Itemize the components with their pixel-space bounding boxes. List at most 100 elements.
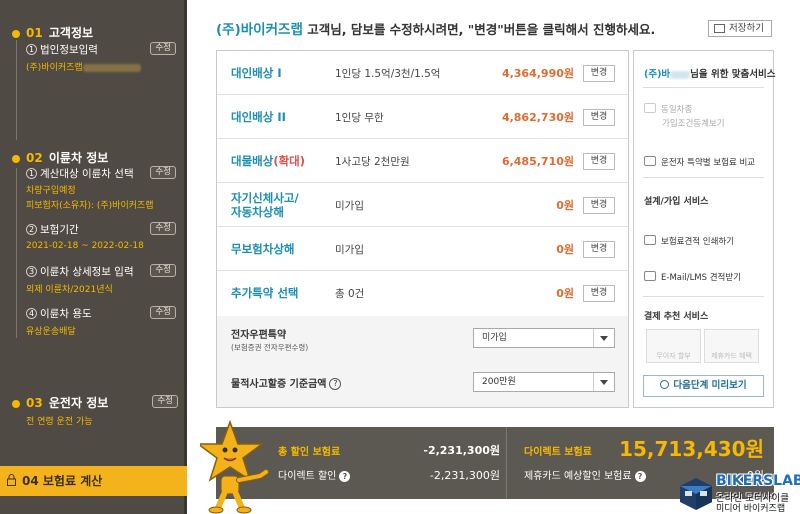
options-section: 전자우편특약 (보험증권 전자우편수령) 미가입 물적사고할증 기준금액? 20… — [217, 316, 628, 407]
property-option-label: 물적사고할증 기준금액? — [231, 375, 342, 390]
coverage-price: 0원 — [556, 287, 574, 300]
bikerslab-logo-icon — [680, 478, 712, 510]
driver-compare-link[interactable]: 운전자 특약별 보험료 비교 — [644, 156, 755, 168]
change-button[interactable]: 변경 — [583, 241, 615, 258]
divider — [643, 87, 764, 88]
step-dot-icon — [12, 29, 20, 38]
direct-discount-label: 다이렉트 할인? — [278, 467, 351, 482]
step-item-driver: 전 연령 운전 가능 — [26, 417, 93, 427]
save-button[interactable]: 저장하기 — [708, 20, 772, 37]
star-mascot-icon — [200, 419, 269, 514]
coverage-row: 자기신체사고/ 자동차상해 미가입 0원 변경 — [217, 183, 628, 227]
change-button[interactable]: 변경 — [583, 197, 615, 214]
coverage-price: 4,862,730원 — [501, 111, 574, 124]
step-04-active[interactable]: 04 보험료 계산 — [0, 466, 187, 496]
coverage-desc: 1사고당 2천만원 — [335, 156, 410, 168]
epost-option-label: 전자우편특약 (보험증권 전자우편수령) — [231, 330, 309, 352]
step-item-vehicle-select[interactable]: 1 계산대상 이륜차 선택 차량구입예정 피보험자(소유자): (주)바이커즈랩 … — [26, 166, 182, 211]
print-quote-link[interactable]: 보험료견적 인쇄하기 — [644, 235, 734, 247]
epost-select[interactable]: 미가입 — [473, 328, 615, 348]
coverage-desc: 미가입 — [335, 244, 364, 256]
direct-premium-label: 다이렉트 보험료 — [524, 447, 592, 458]
coverage-price: 6,485,710원 — [501, 155, 574, 168]
page-header: (주)바이커즈랩 고객님, 담보를 수정하시려면, "변경"버튼을 클릭해서 진… — [216, 18, 655, 38]
watermark-logo: BIKERSLAB 온라인 모터사이클 미디어 바이커즈랩 — [676, 473, 800, 514]
coverage-name: 무보험차상해 — [231, 242, 295, 256]
save-icon — [714, 24, 725, 33]
step-item-insurance-period[interactable]: 2 보험기간 2021-02-18 ~ 2022-02-18 수정 — [26, 222, 182, 251]
edit-button[interactable]: 수정 — [150, 166, 176, 179]
change-button[interactable]: 변경 — [583, 285, 615, 302]
edit-button[interactable]: 수정 — [150, 306, 176, 319]
coverage-name: 대물배상 (확대) — [231, 154, 305, 168]
redacted-text — [670, 70, 691, 79]
change-button[interactable]: 변경 — [583, 109, 615, 126]
service-panel: (주)바 님을 위한 맞춤서비스 동일차종 가입조건동계보기 운전자 특약별 보험… — [633, 50, 776, 408]
help-icon[interactable]: ? — [634, 471, 646, 482]
installment-card[interactable]: 무이자 할부 — [646, 329, 701, 363]
step-dot-icon — [12, 154, 20, 163]
watermark-line2: 미디어 바이커즈랩 — [716, 504, 786, 514]
coverage-row: 대인배상 II 1인당 무한 4,862,730원 변경 — [217, 95, 628, 139]
coverage-name: 대인배상 I — [231, 66, 282, 80]
edit-button[interactable]: 수정 — [150, 42, 176, 55]
payment-service-title: 결제 추천 서비스 — [644, 312, 709, 322]
step-connector — [16, 40, 17, 140]
chevron-down-icon — [593, 373, 614, 391]
step-03-title[interactable]: 03 운전자 정보 — [12, 394, 108, 411]
help-icon[interactable]: ? — [339, 471, 351, 482]
step-sidebar: 01 고객정보 1 법인정보입력 (주)바이커즈랩 수정 02 이륜차 정보 1계… — [0, 0, 187, 514]
same-vehicle-link[interactable]: 동일차종 가입조건동계보기 — [644, 103, 725, 129]
step-01-title[interactable]: 01 고객정보 — [12, 24, 93, 41]
insurance-calculator-page: 01 고객정보 1 법인정보입력 (주)바이커즈랩 수정 02 이륜차 정보 1계… — [0, 0, 800, 514]
coverage-name: 자기신체사고/ 자동차상해 — [231, 191, 299, 219]
coverage-row: 무보험차상해 미가입 0원 변경 — [217, 227, 628, 271]
divider — [643, 296, 764, 297]
step-item-corporate-info[interactable]: 1 법인정보입력 (주)바이커즈랩 수정 — [26, 42, 182, 73]
coverage-desc: 미가입 — [335, 200, 364, 212]
edit-button[interactable]: 수정 — [152, 395, 178, 408]
email-quote-link[interactable]: E-Mail/LMS 견적받기 — [644, 271, 741, 283]
coverage-row: 추가특약 선택 총 0건 0원 변경 — [217, 271, 628, 315]
change-button[interactable]: 변경 — [583, 153, 615, 170]
change-button[interactable]: 변경 — [583, 65, 615, 82]
print-icon — [644, 235, 656, 245]
mail-icon — [644, 271, 656, 281]
step-dot-icon — [12, 399, 20, 408]
coverage-price: 0원 — [556, 243, 574, 256]
divider — [506, 427, 507, 499]
direct-premium-value: 15,713,430원 — [619, 437, 764, 461]
search-icon — [660, 380, 670, 389]
edit-button[interactable]: 수정 — [150, 222, 176, 235]
next-step-preview-button[interactable]: 다음단계 미리보기 — [643, 375, 764, 397]
redacted-text — [82, 63, 141, 72]
property-amount-select[interactable]: 200만원 — [473, 372, 615, 392]
instruction-text: 고객님, 담보를 수정하시려면, "변경"버튼을 클릭해서 진행하세요. — [302, 22, 656, 37]
help-icon[interactable]: ? — [329, 378, 342, 390]
coverage-desc: 총 0건 — [335, 288, 365, 300]
card-benefit-card[interactable]: 제휴카드 혜택 — [704, 329, 759, 363]
coverage-row: 대인배상 I 1인당 1.5억/3천/1.5억 4,364,990원 변경 — [217, 51, 628, 95]
coverage-table: 대인배상 I 1인당 1.5억/3천/1.5억 4,364,990원 변경 대인… — [216, 50, 629, 408]
direct-discount-value: -2,231,300원 — [429, 469, 500, 482]
design-service-title: 설계/가입 서비스 — [644, 197, 709, 207]
compare-icon — [644, 156, 656, 166]
coverage-name: 대인배상 II — [231, 110, 286, 124]
chevron-down-icon — [593, 329, 614, 347]
step-item-vehicle-detail[interactable]: 3 이륜차 상세정보 입력 외제 이륜차/2021년식 수정 — [26, 264, 182, 295]
step-02-title[interactable]: 02 이륜차 정보 — [12, 149, 108, 166]
coverage-row: 대물배상 (확대) 1사고당 2천만원 6,485,710원 변경 — [217, 139, 628, 183]
coverage-name: 추가특약 선택 — [231, 286, 299, 300]
service-panel-title: (주)바 님을 위한 맞춤서비스 — [644, 69, 776, 80]
lock-icon — [7, 474, 16, 486]
coverage-desc: 1인당 무한 — [335, 112, 384, 124]
coverage-desc: 1인당 1.5억/3천/1.5억 — [335, 68, 441, 80]
coverage-price: 0원 — [556, 199, 574, 212]
step-item-vehicle-usage[interactable]: 4 이륜차 용도 유상운송배달 수정 — [26, 306, 182, 337]
edit-button[interactable]: 수정 — [150, 264, 176, 277]
total-discount-value: -2,231,300원 — [423, 444, 500, 457]
total-discount-label: 총 할인 보험료 — [278, 447, 341, 458]
coverage-price: 4,364,990원 — [501, 67, 574, 80]
watermark-brand: BIKERSLAB — [716, 473, 800, 489]
card-discount-label: 제휴카드 예상할인 보험료? — [524, 467, 646, 482]
